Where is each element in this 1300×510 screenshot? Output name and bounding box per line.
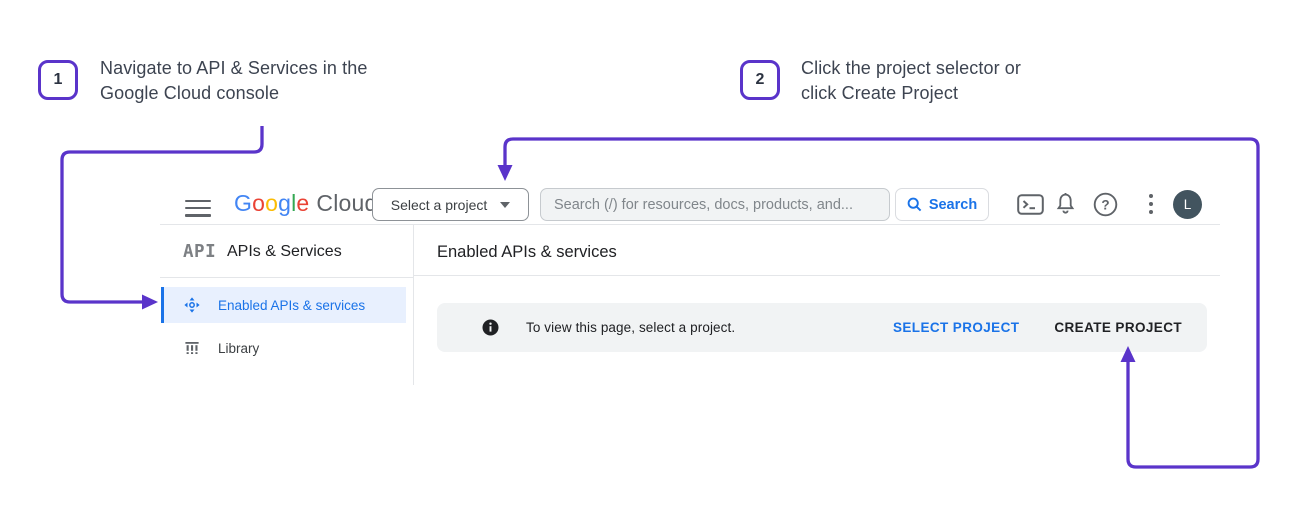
help-icon[interactable]: ? (1093, 192, 1118, 217)
sidebar-title: APIs & Services (227, 243, 342, 261)
logo-letter: o (265, 190, 278, 216)
avatar[interactable]: L (1173, 190, 1202, 219)
search-icon (907, 197, 922, 212)
logo-letter: o (252, 190, 265, 216)
project-selector-label: Select a project (391, 197, 488, 213)
select-project-notice: To view this page, select a project. SEL… (437, 303, 1207, 352)
step-2-caption: Click the project selector or click Crea… (801, 56, 1021, 106)
search-button-label: Search (929, 197, 977, 213)
sidebar-item-label: Library (218, 341, 259, 356)
avatar-letter: L (1184, 197, 1192, 212)
logo-letter: G (234, 190, 252, 216)
menu-icon[interactable] (185, 195, 211, 221)
arrow-step1-path (62, 126, 262, 302)
sidebar-vertical-divider (413, 225, 414, 385)
project-selector-button[interactable]: Select a project (372, 188, 529, 221)
enabled-apis-icon (184, 297, 200, 313)
page-title: Enabled APIs & services (437, 243, 617, 262)
info-icon (482, 319, 499, 336)
sidebar-item-enabled-apis[interactable]: Enabled APIs & services (161, 287, 406, 323)
logo-letter: e (296, 190, 309, 216)
tutorial-canvas: 1 Navigate to API & Services in the Goog… (0, 0, 1300, 510)
arrowhead-project-selector (498, 165, 513, 181)
sidebar-item-library[interactable]: Library (161, 330, 406, 366)
cloud-shell-icon[interactable] (1017, 194, 1044, 215)
step-2-badge: 2 (740, 60, 780, 100)
step-1-number: 1 (54, 71, 63, 89)
step-1-caption: Navigate to API & Services in the Google… (100, 56, 367, 106)
search-button[interactable]: Search (895, 188, 989, 221)
sidebar-divider (160, 277, 413, 278)
logo-cloud-text: Cloud (316, 190, 377, 216)
more-vert-icon[interactable] (1148, 193, 1154, 215)
google-cloud-logo[interactable]: GoogleCloud (234, 190, 378, 217)
step-1-caption-line2: Google Cloud console (100, 81, 367, 106)
chevron-down-icon (500, 202, 510, 208)
step-2-caption-line2: click Create Project (801, 81, 1021, 106)
create-project-button[interactable]: CREATE PROJECT (1054, 320, 1182, 335)
svg-text:?: ? (1101, 197, 1109, 212)
logo-letter: g (278, 190, 291, 216)
step-1-badge: 1 (38, 60, 78, 100)
api-product-logo: API (183, 242, 216, 262)
notice-actions: SELECT PROJECT CREATE PROJECT (893, 320, 1182, 335)
main-divider (413, 275, 1220, 276)
arrowhead-sidebar (142, 295, 158, 310)
select-project-button[interactable]: SELECT PROJECT (893, 320, 1019, 335)
step-2-number: 2 (756, 71, 765, 89)
notifications-bell-icon[interactable] (1055, 192, 1076, 216)
notice-message: To view this page, select a project. (526, 320, 735, 335)
step-1-caption-line1: Navigate to API & Services in the (100, 56, 367, 81)
search-bar: Search (540, 188, 989, 221)
step-2-caption-line1: Click the project selector or (801, 56, 1021, 81)
library-icon (184, 340, 200, 356)
sidebar-item-label: Enabled APIs & services (218, 298, 365, 313)
header-divider (160, 224, 1220, 225)
search-input[interactable] (540, 188, 890, 221)
